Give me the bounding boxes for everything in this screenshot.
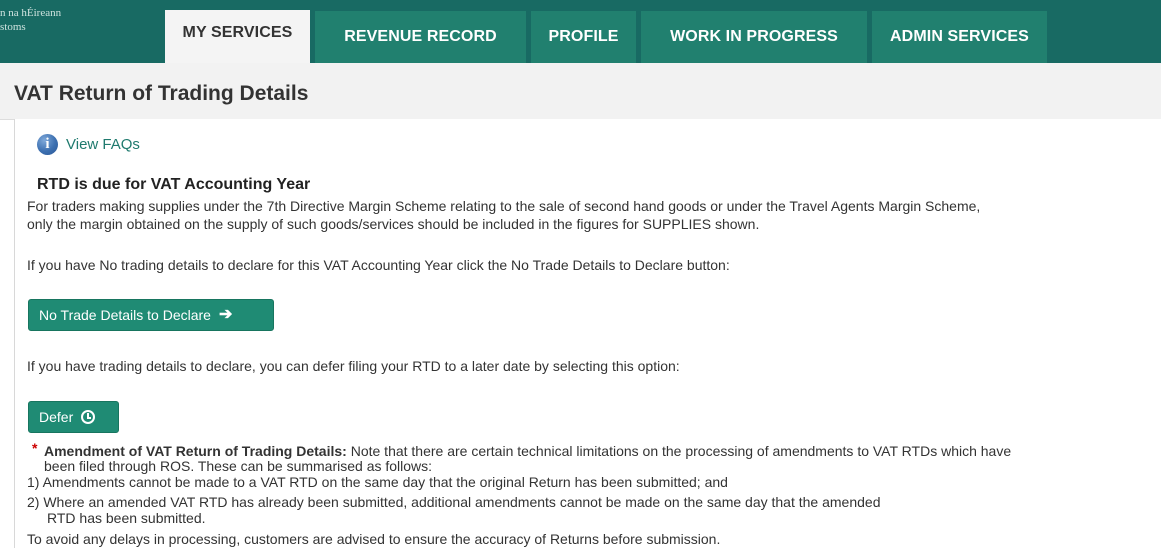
defer-instruction: If you have trading details to declare, … [27, 358, 680, 374]
brand-line-1: n na hÉireann [0, 7, 62, 19]
amendment-title: Amendment of VAT Return of Trading Detai… [44, 443, 347, 459]
arrow-right-icon: ➔ [218, 306, 233, 323]
info-icon: i [37, 134, 58, 155]
closing-notice: To avoid any delays in processing, custo… [27, 531, 721, 547]
tab-my-services[interactable]: MY SERVICES [165, 10, 310, 70]
defer-label: Defer [39, 409, 74, 425]
amendment-item-2-line-2: RTD has been submitted. [47, 510, 206, 526]
page-title: VAT Return of Trading Details [14, 82, 309, 105]
brand-logo-text[interactable]: n na hÉireann stoms [0, 6, 160, 34]
top-navigation: n na hÉireann stoms MY SERVICES REVENUE … [0, 0, 1161, 70]
defer-button[interactable]: Defer [28, 401, 119, 433]
view-faqs-link[interactable]: i View FAQs [37, 134, 140, 155]
intro-text-line-2: only the margin obtained on the supply o… [27, 216, 760, 232]
required-asterisk: * [32, 440, 38, 456]
view-faqs-label[interactable]: View FAQs [66, 136, 140, 153]
clock-icon [81, 410, 96, 424]
tab-profile[interactable]: PROFILE [531, 11, 636, 63]
tab-revenue-record[interactable]: REVENUE RECORD [315, 11, 526, 63]
no-trade-details-button[interactable]: No Trade Details to Declare ➔ [28, 299, 274, 331]
amendment-text-1: Note that there are certain technical li… [346, 443, 1012, 459]
amendment-item-1: 1) Amendments cannot be made to a VAT RT… [27, 474, 728, 490]
amendment-notice-line-2: been filed through ROS. These can be sum… [44, 458, 433, 474]
amendment-item-2-line-1: 2) Where an amended VAT RTD has already … [27, 494, 881, 510]
rtd-due-heading: RTD is due for VAT Accounting Year [37, 176, 311, 193]
intro-text-line-1: For traders making supplies under the 7t… [27, 198, 981, 214]
tab-work-in-progress[interactable]: WORK IN PROGRESS [641, 11, 867, 63]
brand-line-2: stoms [0, 21, 26, 33]
tab-admin-services[interactable]: ADMIN SERVICES [872, 11, 1047, 63]
no-trade-instruction: If you have No trading details to declar… [27, 257, 730, 273]
no-trade-details-label: No Trade Details to Declare [39, 307, 211, 323]
